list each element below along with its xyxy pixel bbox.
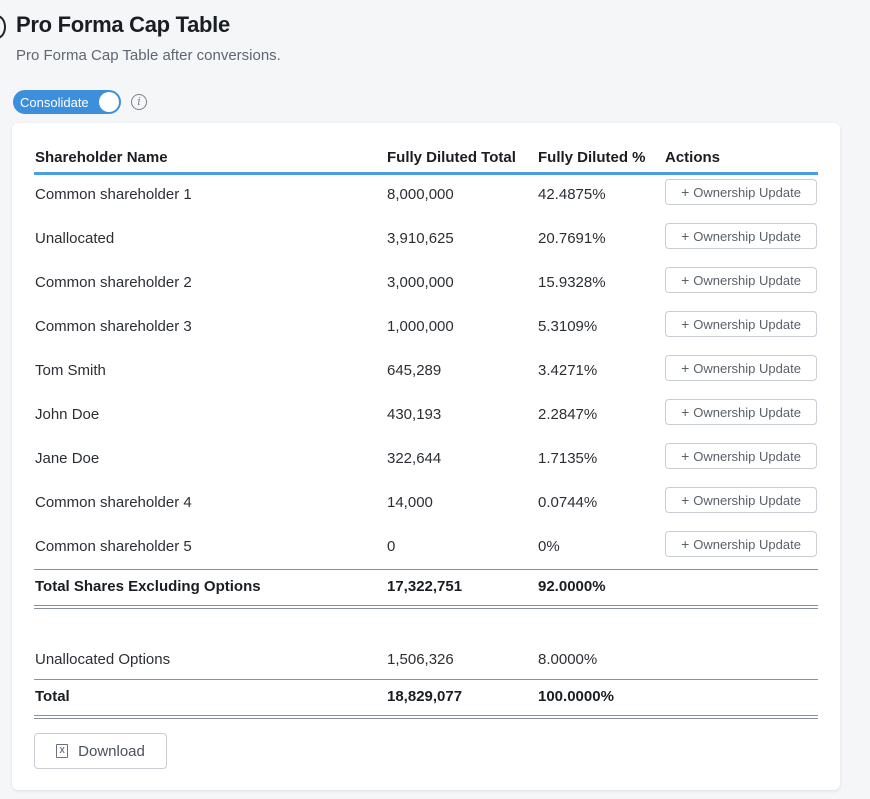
- fully-diluted-total: 3,000,000: [387, 274, 454, 291]
- page-title: Pro Forma Cap Table: [16, 12, 230, 37]
- subtotal-label: Total Shares Excluding Options: [35, 578, 261, 595]
- table-row: Jane Doe 322,644 1.7135% + Ownership Update: [34, 437, 818, 481]
- subtotal-total: 17,322,751: [387, 578, 463, 595]
- shareholder-name: John Doe: [35, 406, 100, 423]
- column-header-shareholder-name: Shareholder Name: [35, 149, 168, 166]
- ownership-update-label: Ownership Update: [693, 448, 801, 464]
- consolidate-toggle-row: Consolidate i: [13, 90, 147, 114]
- plus-icon: +: [681, 536, 690, 552]
- consolidate-toggle-label: Consolidate: [20, 94, 89, 110]
- ownership-update-label: Ownership Update: [693, 404, 801, 420]
- table-row: Common shareholder 1 8,000,000 42.4875% + Ow…: [34, 175, 818, 217]
- excel-file-icon: X: [56, 744, 69, 758]
- fully-diluted-total: 430,193: [387, 406, 442, 423]
- table-row: Tom Smith 645,289 3.4271% + Ownership Update: [34, 349, 818, 393]
- fully-diluted-total: 8,000,000: [387, 186, 454, 203]
- ownership-update-button[interactable]: + Ownership Update: [665, 443, 817, 469]
- fully-diluted-total: 645,289: [387, 362, 442, 379]
- cap-table: Shareholder Name Fully Diluted Total Ful…: [34, 145, 818, 719]
- shareholder-name: Common shareholder 1: [35, 186, 192, 203]
- consolidate-toggle[interactable]: Consolidate: [13, 90, 121, 114]
- plus-icon: +: [681, 404, 690, 420]
- info-icon[interactable]: i: [131, 94, 147, 110]
- plus-icon: +: [681, 228, 690, 244]
- grand-total-label: Total: [35, 688, 70, 705]
- ownership-update-button[interactable]: + Ownership Update: [665, 311, 817, 337]
- shareholder-name: Common shareholder 2: [35, 274, 192, 291]
- page-subtitle: Pro Forma Cap Table after conversions.: [16, 47, 281, 64]
- ownership-update-button[interactable]: + Ownership Update: [665, 399, 817, 425]
- options-pct: 8.0000%: [538, 651, 598, 668]
- ownership-update-label: Ownership Update: [693, 536, 801, 552]
- fully-diluted-pct: 1.7135%: [538, 450, 598, 467]
- back-circle-icon[interactable]: [0, 15, 6, 39]
- fully-diluted-pct: 3.4271%: [538, 362, 598, 379]
- fully-diluted-pct: 20.7691%: [538, 230, 606, 247]
- table-row: Unallocated 3,910,625 20.7691% + Ownership U…: [34, 217, 818, 261]
- fully-diluted-total: 322,644: [387, 450, 442, 467]
- ownership-update-button[interactable]: + Ownership Update: [665, 223, 817, 249]
- ownership-update-button[interactable]: + Ownership Update: [665, 531, 817, 557]
- shareholder-name: Jane Doe: [35, 450, 100, 467]
- subtotal-row: Total Shares Excluding Options 17,322,75…: [34, 569, 818, 605]
- fully-diluted-pct: 5.3109%: [538, 318, 598, 335]
- grand-total-pct: 100.0000%: [538, 688, 614, 705]
- table-body: Common shareholder 1 8,000,000 42.4875% + Ow…: [34, 175, 818, 569]
- cap-table-card: Shareholder Name Fully Diluted Total Ful…: [12, 123, 840, 790]
- shareholder-name: Common shareholder 4: [35, 494, 192, 511]
- ownership-update-label: Ownership Update: [693, 360, 801, 376]
- plus-icon: +: [681, 360, 690, 376]
- ownership-update-label: Ownership Update: [693, 272, 801, 288]
- column-header-fully-diluted-total: Fully Diluted Total: [387, 149, 516, 166]
- shareholder-name: Common shareholder 5: [35, 538, 192, 555]
- table-row: Common shareholder 4 14,000 0.0744% + Owners…: [34, 481, 818, 525]
- options-total: 1,506,326: [387, 651, 454, 668]
- fully-diluted-total: 1,000,000: [387, 318, 454, 335]
- ownership-update-label: Ownership Update: [693, 316, 801, 332]
- options-label: Unallocated Options: [35, 651, 171, 668]
- shareholder-name: Unallocated: [35, 230, 115, 247]
- plus-icon: +: [681, 184, 690, 200]
- ownership-update-button[interactable]: + Ownership Update: [665, 355, 817, 381]
- fully-diluted-pct: 42.4875%: [538, 186, 606, 203]
- table-header: Shareholder Name Fully Diluted Total Ful…: [34, 145, 818, 175]
- divider: [34, 715, 818, 719]
- fully-diluted-total: 3,910,625: [387, 230, 454, 247]
- fully-diluted-pct: 0%: [538, 538, 560, 555]
- download-button-label: Download: [78, 742, 145, 760]
- fully-diluted-pct: 15.9328%: [538, 274, 606, 291]
- grand-total-row: Total 18,829,077 100.0000%: [34, 679, 818, 715]
- shareholder-name: Common shareholder 3: [35, 318, 192, 335]
- ownership-update-label: Ownership Update: [693, 184, 801, 200]
- column-header-actions: Actions: [665, 149, 721, 166]
- shareholder-name: Tom Smith: [35, 362, 106, 379]
- fully-diluted-total: 14,000: [387, 494, 433, 511]
- fully-diluted-pct: 0.0744%: [538, 494, 598, 511]
- fully-diluted-pct: 2.2847%: [538, 406, 598, 423]
- ownership-update-button[interactable]: + Ownership Update: [665, 267, 817, 293]
- grand-total-value: 18,829,077: [387, 688, 463, 705]
- plus-icon: +: [681, 316, 690, 332]
- plus-icon: +: [681, 272, 690, 288]
- toggle-knob: [99, 92, 119, 112]
- table-row: Common shareholder 3 1,000,000 5.3109% + Own…: [34, 305, 818, 349]
- fully-diluted-total: 0: [387, 538, 396, 555]
- subtotal-pct: 92.0000%: [538, 578, 606, 595]
- ownership-update-button[interactable]: + Ownership Update: [665, 487, 817, 513]
- table-row: John Doe 430,193 2.2847% + Ownership Update: [34, 393, 818, 437]
- plus-icon: +: [681, 448, 690, 464]
- ownership-update-button[interactable]: + Ownership Update: [665, 179, 817, 205]
- table-row: Common shareholder 2 3,000,000 15.9328% + Ow…: [34, 261, 818, 305]
- options-row: Unallocated Options 1,506,326 8.0000%: [34, 641, 818, 679]
- plus-icon: +: [681, 492, 690, 508]
- column-header-fully-diluted-pct: Fully Diluted %: [538, 149, 646, 166]
- download-button[interactable]: X Download: [34, 733, 167, 769]
- ownership-update-label: Ownership Update: [693, 492, 801, 508]
- ownership-update-label: Ownership Update: [693, 228, 801, 244]
- table-row: Common shareholder 5 0 0% + Ownership Update: [34, 525, 818, 569]
